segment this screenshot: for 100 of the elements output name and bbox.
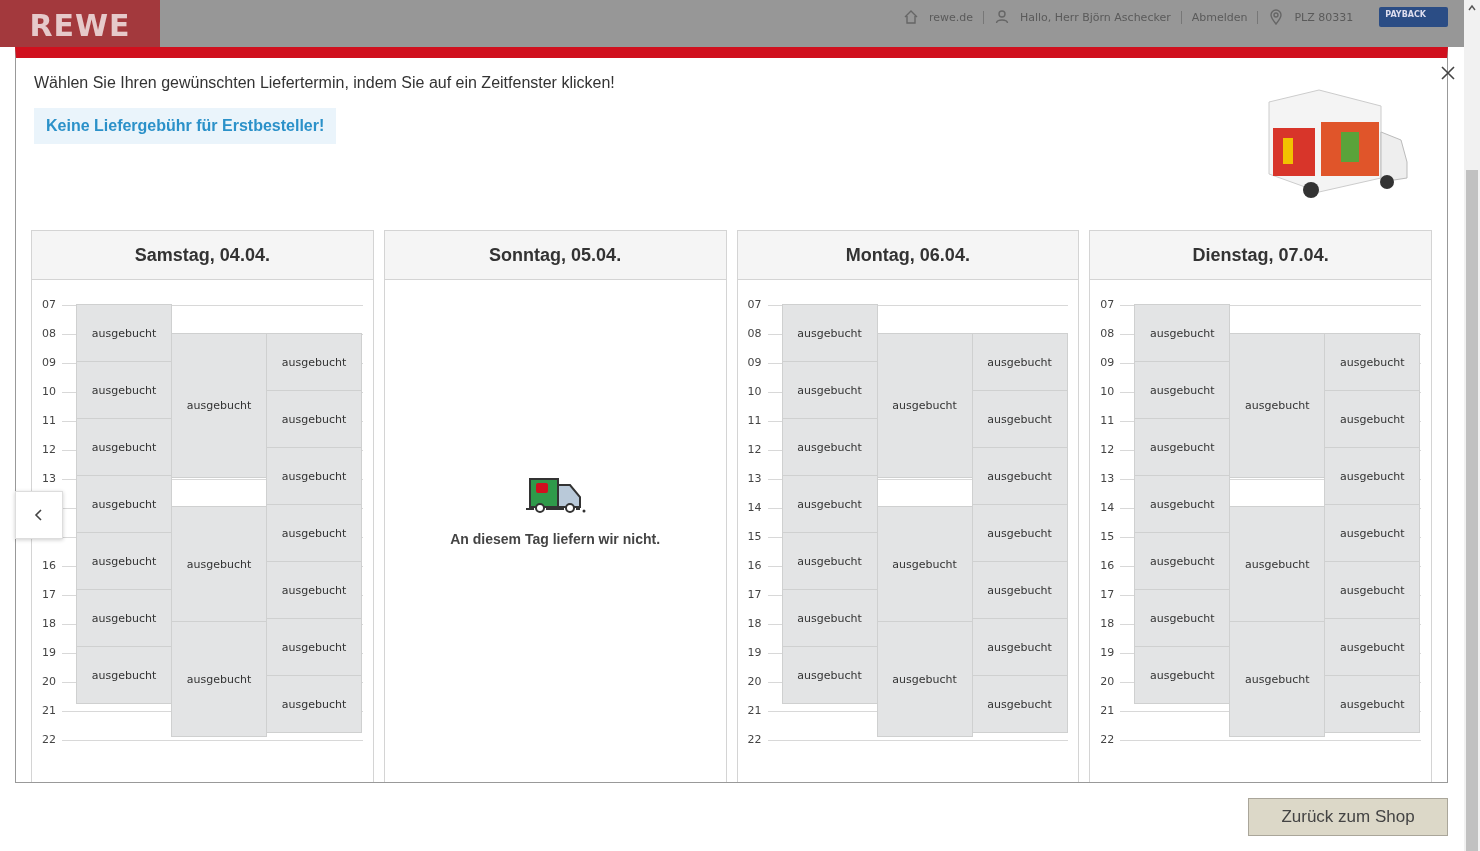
booked-slot: ausgebucht [266,675,362,733]
booked-slot: ausgebucht [266,447,362,505]
hour-label: 18 [747,617,763,630]
scrollbar[interactable] [1464,0,1480,851]
booked-slot: ausgebucht [76,361,172,419]
booked-slot: ausgebucht [1324,390,1421,448]
booked-slot: ausgebucht [266,390,362,448]
hour-label: 07 [1100,298,1116,311]
header-link[interactable]: PLZ 80331 [1294,10,1364,24]
hour-label: 11 [42,414,57,427]
hour-label: 14 [747,501,763,514]
hour-label: 22 [42,733,57,746]
hour-label: 15 [1100,530,1116,543]
booked-slot: ausgebucht [1229,333,1326,478]
hour-label: 22 [747,733,763,746]
booked-slot: ausgebucht [971,390,1068,448]
hour-label: 19 [747,646,763,659]
booked-slot: ausgebucht [1134,475,1231,533]
booked-slot: ausgebucht [76,646,172,704]
hour-label: 12 [747,443,763,456]
hour-label: 21 [42,704,57,717]
hour-label: 19 [1100,646,1116,659]
header-link[interactable]: Hallo, Herr Björn Aschecker [1019,10,1182,24]
hour-label: 07 [42,298,57,311]
booked-slot: ausgebucht [76,589,172,647]
booked-slot: ausgebucht [781,532,878,590]
hour-label: 22 [1100,733,1116,746]
booked-slot: ausgebucht [1324,618,1421,676]
booked-slot: ausgebucht [171,506,267,622]
hour-label: 17 [1100,588,1116,601]
hour-label: 08 [42,327,57,340]
hour-label: 20 [1100,675,1116,688]
booked-slot: ausgebucht [971,447,1068,505]
hour-label: 20 [42,675,57,688]
hour-label: 08 [747,327,763,340]
booked-slot: ausgebucht [781,304,878,362]
header-link[interactable]: rewe.de [928,10,984,24]
booked-slot: ausgebucht [266,618,362,676]
booked-slot: ausgebucht [1324,561,1421,619]
hour-label: 20 [747,675,763,688]
booked-slot: ausgebucht [781,418,878,476]
booked-slot: ausgebucht [76,532,172,590]
hour-label: 09 [42,356,57,369]
booked-slot: ausgebucht [1134,418,1231,476]
hour-label: 21 [747,704,763,717]
hour-label: 19 [42,646,57,659]
hour-label: 08 [1100,327,1116,340]
booked-slot: ausgebucht [971,333,1068,391]
hour-label: 16 [747,559,763,572]
hour-label: 13 [42,472,57,485]
booked-slot: ausgebucht [781,361,878,419]
hour-label: 17 [747,588,763,601]
logo[interactable]: REWE [0,0,160,47]
delivery-truck-icon [524,475,587,515]
booked-slot: ausgebucht [1324,447,1421,505]
hour-label: 07 [747,298,763,311]
hour-label: 13 [747,472,763,485]
booked-slot: ausgebucht [1134,304,1231,362]
hour-label: 15 [747,530,763,543]
hour-label: 10 [42,385,57,398]
booked-slot: ausgebucht [876,506,973,622]
booked-slot: ausgebucht [171,621,267,737]
booked-slot: ausgebucht [266,333,362,391]
booked-slot: ausgebucht [971,504,1068,562]
booked-slot: ausgebucht [266,504,362,562]
booked-slot: ausgebucht [1324,504,1421,562]
hour-label: 10 [747,385,763,398]
hour-label: 14 [1100,501,1116,514]
hour-label: 13 [1100,472,1116,485]
booked-slot: ausgebucht [1324,675,1421,733]
booked-slot: ausgebucht [266,561,362,619]
booked-slot: ausgebucht [1229,506,1326,622]
hour-label: 18 [1100,617,1116,630]
booked-slot: ausgebucht [971,675,1068,733]
booked-slot: ausgebucht [971,618,1068,676]
header-link[interactable]: Abmelden [1191,10,1259,24]
payback-badge[interactable]: PAYBACK [1379,7,1448,27]
chevron-left-icon[interactable] [34,508,44,522]
hour-label: 12 [42,443,57,456]
booked-slot: ausgebucht [171,333,267,478]
day-title: Sonntag, 05.04. [384,231,726,280]
booked-slot: ausgebucht [1134,361,1231,419]
hour-label: 17 [42,588,57,601]
hour-label: 10 [1100,385,1116,398]
hour-label: 16 [1100,559,1116,572]
user-icon [993,9,1010,25]
day-title: Samstag, 04.04. [32,231,373,280]
booked-slot: ausgebucht [1324,333,1421,391]
day-title: Dienstag, 07.04. [1090,231,1431,280]
booked-slot: ausgebucht [876,621,973,737]
hour-label: 11 [1100,414,1116,427]
no-delivery-message: An diesem Tag liefern wir nicht. [450,531,660,547]
hour-label: 09 [1100,356,1116,369]
back-to-shop-button[interactable]: Zurück zum Shop [1248,798,1448,836]
hour-label: 12 [1100,443,1116,456]
booked-slot: ausgebucht [76,418,172,476]
hour-label: 18 [42,617,57,630]
booked-slot: ausgebucht [1134,646,1231,704]
home-icon [902,9,919,25]
booked-slot: ausgebucht [876,333,973,478]
